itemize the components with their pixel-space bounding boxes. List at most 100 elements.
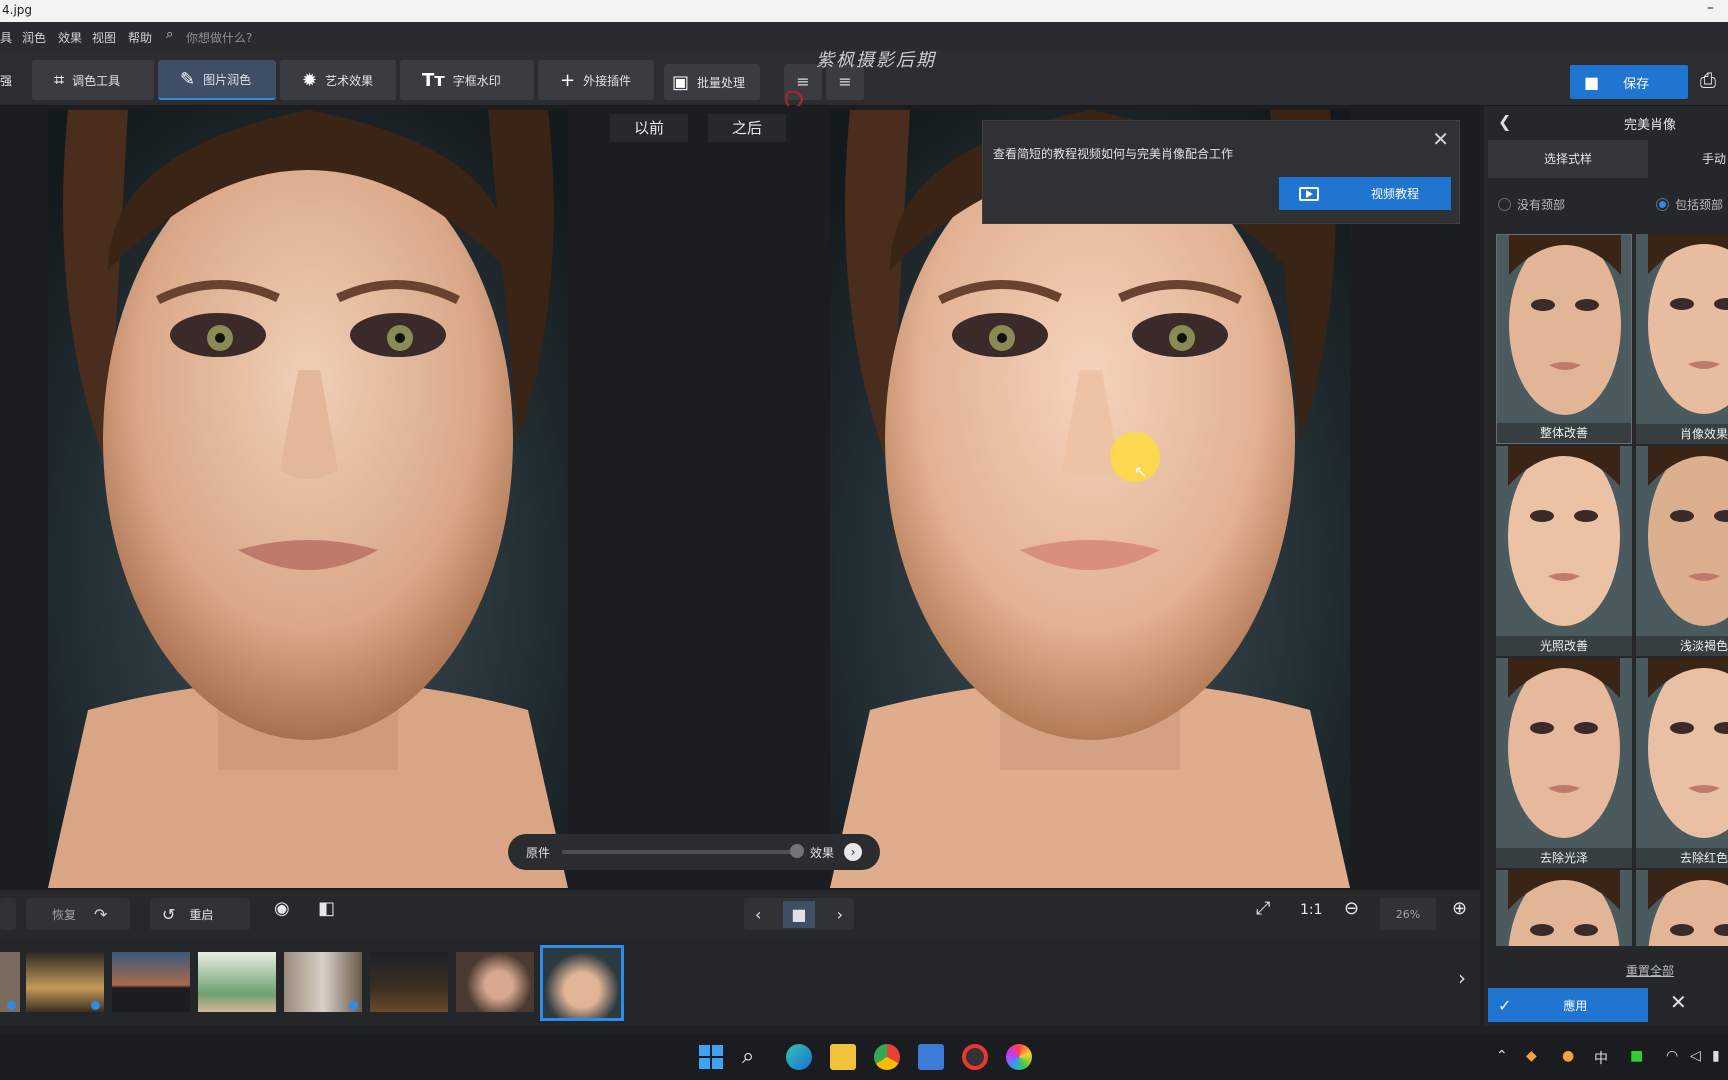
- actual-size-button[interactable]: 1:1: [1300, 902, 1323, 918]
- fit-screen-icon[interactable]: ⤢: [1256, 898, 1270, 919]
- microphone-icon[interactable]: ●: [1562, 1048, 1574, 1064]
- film-thumb[interactable]: [456, 952, 534, 1012]
- restart-button[interactable]: ↺ 重启: [150, 898, 250, 930]
- undo-label: 恢复: [52, 907, 77, 922]
- prev-tool-partial[interactable]: [0, 898, 16, 930]
- close-icon[interactable]: ✕: [1432, 127, 1449, 151]
- right-panel: ❮ 完美肖像 选择式样 手动 没有颈部 包括颈部 整体改善 肖像效果 光照改善 …: [1484, 106, 1728, 1026]
- volume-icon[interactable]: ◁: [1690, 1048, 1701, 1064]
- compare-split-icon[interactable]: ◧: [318, 898, 335, 919]
- before-after-slider[interactable]: 原件 效果 ›: [508, 834, 880, 870]
- slider-track[interactable]: [562, 850, 796, 854]
- notepad-icon[interactable]: [918, 1044, 944, 1070]
- ime-indicator[interactable]: 中: [1594, 1048, 1608, 1068]
- crop-icon: ⌗: [54, 69, 65, 91]
- checkmark-icon: ✓: [1498, 995, 1512, 1015]
- panel-title: 完美肖像: [1624, 118, 1677, 133]
- tool-label: 图片润色: [203, 72, 252, 87]
- undo-button[interactable]: 恢复 ↷: [26, 898, 130, 930]
- taskbar: ⌕ ⌃ ◆ ● 中 ■ ◠ ◁ ▮: [0, 1034, 1728, 1080]
- tool-label: 艺术效果: [325, 73, 374, 88]
- record-icon[interactable]: [962, 1044, 988, 1070]
- zoom-out-icon[interactable]: ⊖: [1344, 898, 1359, 919]
- film-thumb-selected[interactable]: [540, 945, 624, 1021]
- slider-handle[interactable]: [790, 844, 804, 858]
- wifi-icon[interactable]: ◠: [1666, 1048, 1678, 1064]
- tray-chevron-icon[interactable]: ⌃: [1496, 1048, 1508, 1064]
- brush-icon: ✎: [180, 68, 196, 90]
- preset-thumb[interactable]: 整体改善: [1496, 234, 1632, 444]
- menu-view[interactable]: 视图: [92, 29, 116, 46]
- tool-plugins[interactable]: + 外接插件: [538, 60, 654, 100]
- toolbar: 强 ⌗ 调色工具 ✎ 图片润色 ✹ 艺术效果 Tт 字框水印 + 外接插件 ▣ …: [0, 50, 1728, 110]
- app-tray-icon[interactable]: ■: [1630, 1048, 1643, 1064]
- battery-icon[interactable]: ▮: [1712, 1048, 1720, 1064]
- back-chevron-icon[interactable]: ❮: [1498, 112, 1511, 131]
- preset-thumb[interactable]: [1496, 870, 1632, 946]
- before-label: 以前: [610, 114, 688, 142]
- film-thumb[interactable]: [198, 952, 276, 1012]
- eye-icon[interactable]: ◉: [274, 898, 290, 919]
- cancel-close-icon[interactable]: ✕: [1670, 990, 1687, 1014]
- preset-thumb[interactable]: 去除光泽: [1496, 658, 1632, 868]
- save-label: 保存: [1623, 76, 1650, 92]
- tool-photo-retouch[interactable]: ✎ 图片润色: [158, 60, 276, 100]
- search-input[interactable]: 你想做什么?: [186, 29, 252, 46]
- preset-label: 去除光泽: [1496, 848, 1632, 868]
- edge-browser-icon[interactable]: [786, 1044, 812, 1070]
- file-explorer-icon[interactable]: [830, 1044, 856, 1070]
- printer-icon[interactable]: ⎙: [1700, 68, 1716, 92]
- preset-thumb[interactable]: [1636, 870, 1728, 946]
- tool-art-effects[interactable]: ✹ 艺术效果: [280, 60, 396, 100]
- edited-indicator: [349, 1001, 358, 1010]
- radio-include-neck[interactable]: 包括颈部: [1656, 196, 1723, 213]
- film-thumb[interactable]: [112, 952, 190, 1012]
- film-thumb[interactable]: [26, 952, 104, 1012]
- zoom-in-icon[interactable]: ⊕: [1452, 898, 1467, 919]
- film-thumb[interactable]: [284, 952, 362, 1012]
- film-thumb[interactable]: [0, 952, 20, 1012]
- menu-help[interactable]: 帮助: [128, 29, 152, 46]
- menu-tools[interactable]: 具: [0, 29, 12, 46]
- minimize-button[interactable]: –: [1707, 0, 1714, 16]
- radio-no-neck[interactable]: 没有颈部: [1498, 196, 1565, 213]
- preset-thumb[interactable]: 浅淡褐色: [1636, 446, 1728, 656]
- tool-enhance-partial[interactable]: 强: [0, 72, 12, 89]
- prev-image-icon[interactable]: ‹: [755, 905, 761, 924]
- search-icon[interactable]: ⌕: [166, 27, 173, 42]
- menu-retouch[interactable]: 润色: [22, 29, 46, 46]
- save-button[interactable]: ■ 保存: [1570, 65, 1688, 99]
- tool-batch[interactable]: ▣ 批量处理: [664, 64, 760, 100]
- windows-start-icon[interactable]: [698, 1044, 724, 1070]
- preset-thumb[interactable]: 去除红色: [1636, 658, 1728, 868]
- window-title: 4.jpg: [2, 3, 33, 17]
- folder-icon[interactable]: ■: [783, 900, 815, 928]
- arrow-right-icon[interactable]: ›: [844, 843, 862, 861]
- video-tutorial-label: 视频教程: [1371, 187, 1420, 201]
- menu-effects[interactable]: 效果: [58, 29, 82, 46]
- security-tray-icon[interactable]: ◆: [1526, 1048, 1537, 1064]
- film-thumb[interactable]: [370, 952, 448, 1012]
- chrome-icon[interactable]: [874, 1044, 900, 1070]
- preset-label: 去除红色: [1636, 848, 1728, 868]
- next-image-icon[interactable]: ›: [837, 905, 843, 924]
- slider-effect-label: 效果: [810, 846, 835, 860]
- tab-select-style[interactable]: 选择式样: [1488, 140, 1648, 178]
- preset-thumb[interactable]: 肖像效果: [1636, 234, 1728, 444]
- video-tutorial-button[interactable]: 视频教程: [1279, 177, 1451, 210]
- radio-include-neck-indicator: [1656, 198, 1669, 211]
- video-icon: [1299, 186, 1319, 201]
- preset-thumb[interactable]: 光照改善: [1496, 446, 1632, 656]
- photo-app-icon[interactable]: [1006, 1044, 1032, 1070]
- reset-all-link[interactable]: 重置全部: [1626, 962, 1674, 979]
- zoom-input[interactable]: 26%: [1380, 898, 1436, 930]
- redo-icon[interactable]: ↷: [94, 905, 107, 924]
- apply-button[interactable]: ✓ 應用: [1488, 988, 1648, 1022]
- tab-manual[interactable]: 手动: [1652, 140, 1728, 178]
- tool-color-adjust[interactable]: ⌗ 调色工具: [32, 60, 154, 100]
- filmstrip-next-icon[interactable]: ›: [1458, 966, 1466, 990]
- slider-original-label: 原件: [526, 846, 551, 860]
- edited-indicator: [91, 1001, 100, 1010]
- search-icon[interactable]: ⌕: [742, 1044, 768, 1070]
- tool-frame-watermark[interactable]: Tт 字框水印: [400, 60, 534, 100]
